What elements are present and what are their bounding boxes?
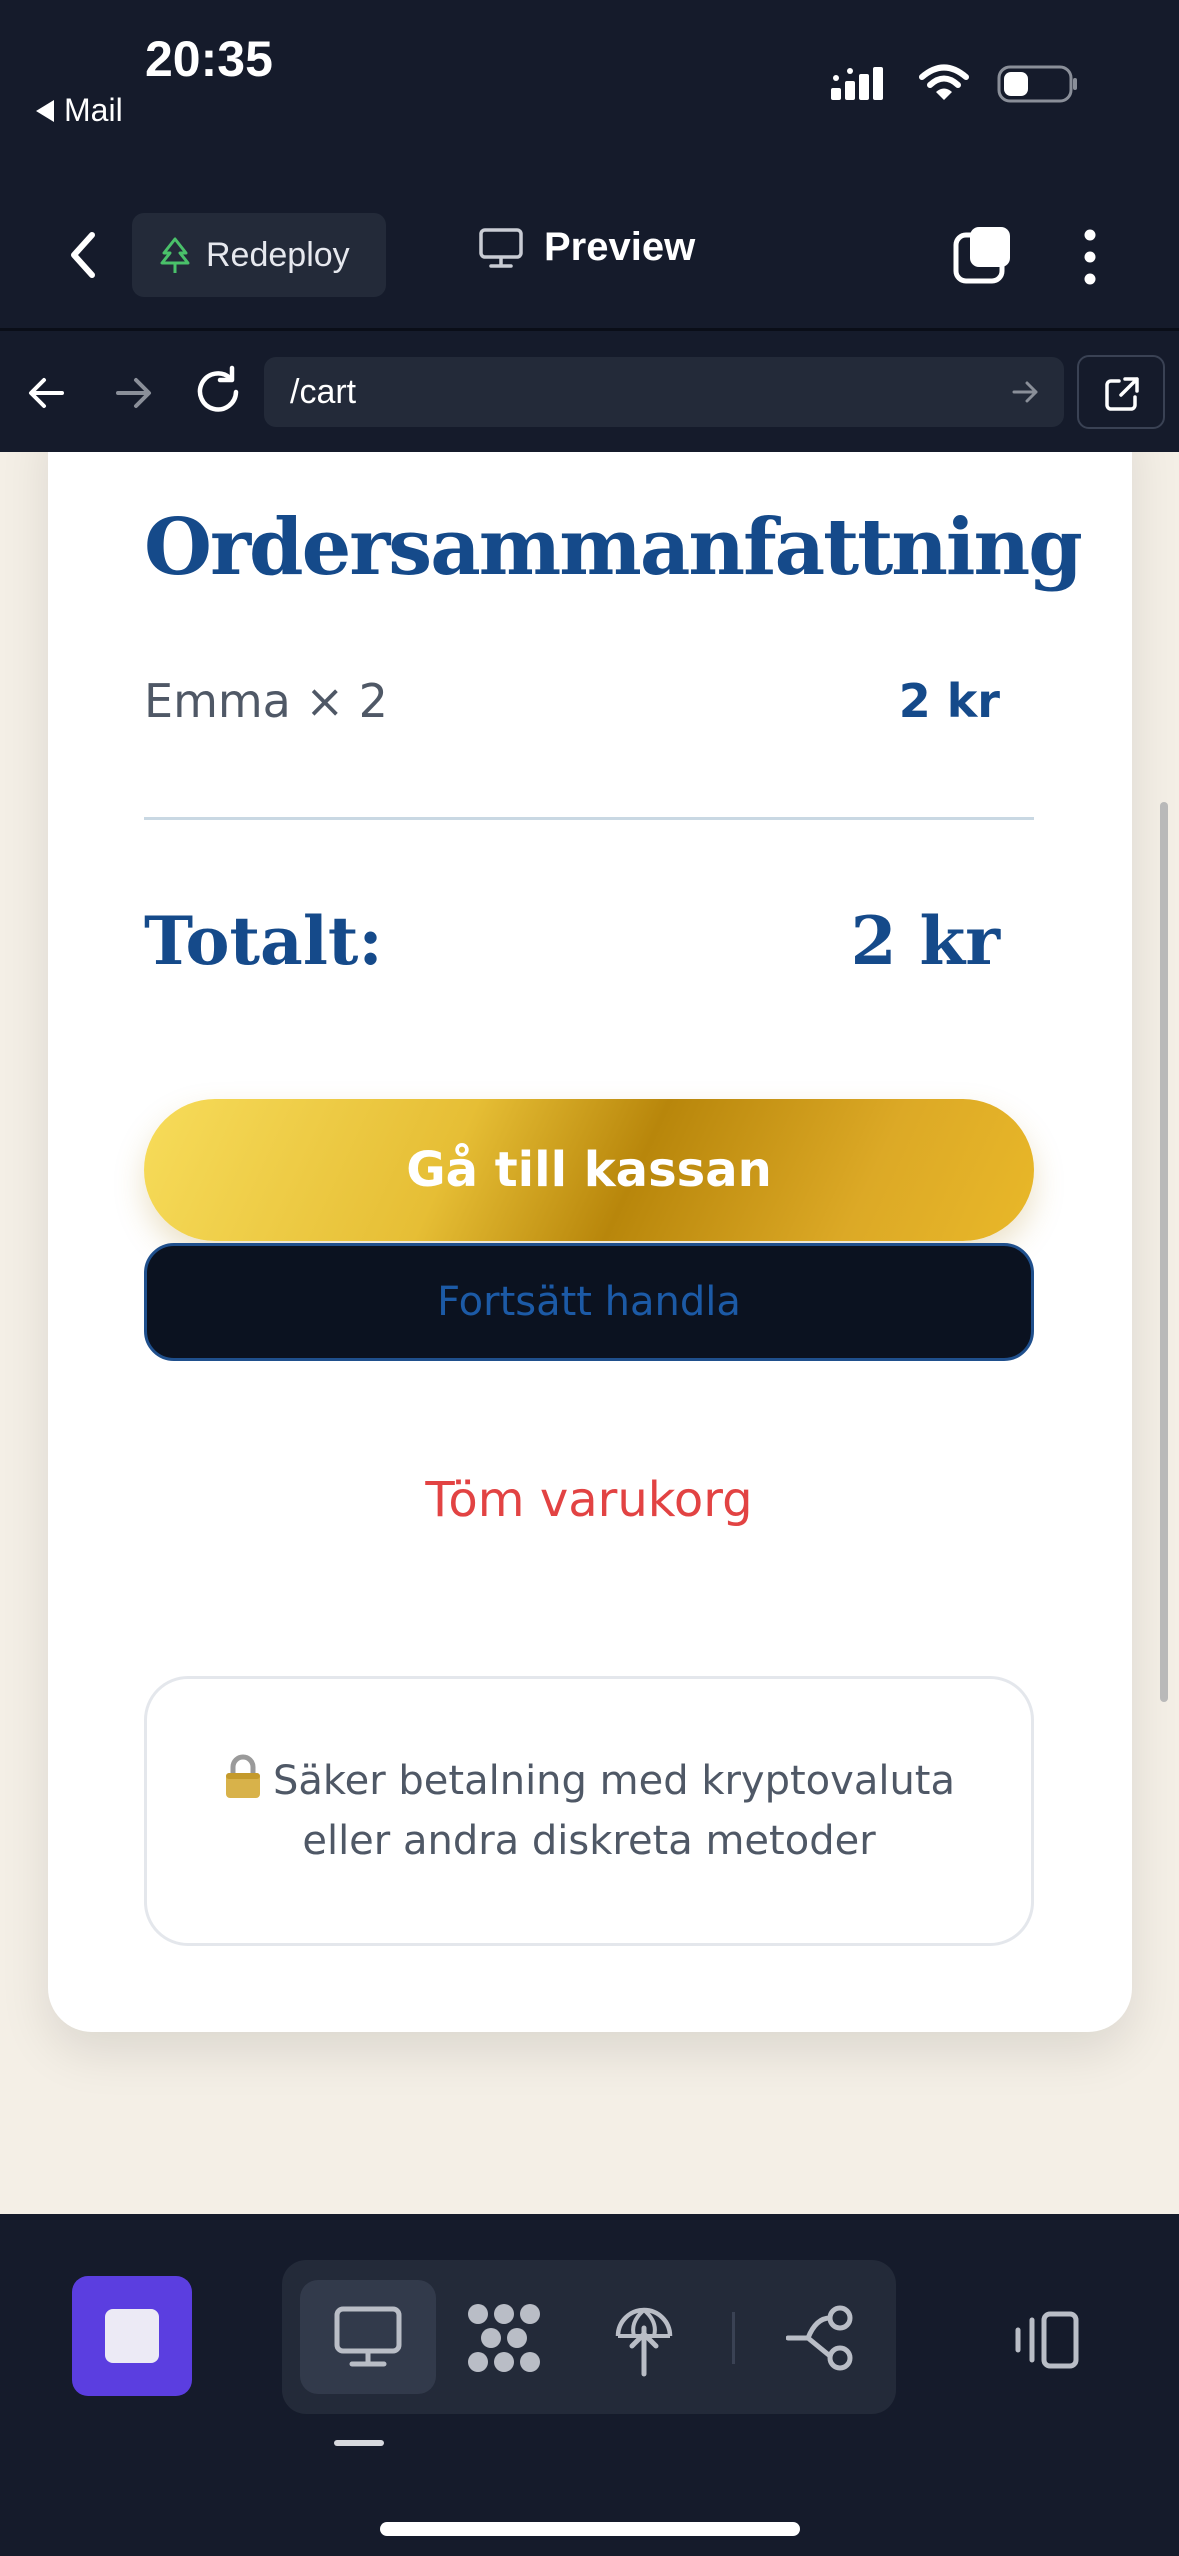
app-toolbar: Redeploy Preview xyxy=(0,205,1179,305)
preview-label: Preview xyxy=(544,225,696,269)
status-icons xyxy=(831,64,1079,104)
url-path: /cart xyxy=(290,373,357,411)
secure-line-1: Säker betalning med kryptovaluta xyxy=(273,1758,955,1804)
line-item-price: 2 kr xyxy=(898,674,1000,728)
battery-icon xyxy=(997,65,1077,103)
arrow-right-icon[interactable] xyxy=(108,368,158,418)
reload-icon[interactable] xyxy=(190,364,246,420)
total-value: 2 kr xyxy=(850,902,1000,980)
desktop-icon xyxy=(334,2306,402,2367)
deploy-icon[interactable] xyxy=(612,2298,676,2378)
redeploy-button[interactable]: Redeploy xyxy=(132,213,386,297)
external-link-icon xyxy=(1105,377,1139,411)
active-tab-indicator xyxy=(334,2440,384,2446)
tree-icon xyxy=(160,237,190,273)
panel-icon[interactable] xyxy=(1010,2310,1080,2370)
go-arrow-icon[interactable] xyxy=(1008,375,1042,409)
preview-button[interactable]: Preview xyxy=(478,225,695,270)
secure-line-2: eller andra diskreta metoder xyxy=(302,1818,876,1864)
arrow-left-icon[interactable] xyxy=(22,368,72,418)
line-item-name: Emma × 2 xyxy=(144,674,388,728)
grid-icon[interactable] xyxy=(464,2300,544,2376)
secure-payment-text: Säker betalning med kryptovaluta eller a… xyxy=(223,1751,955,1871)
toolbar-divider xyxy=(0,328,1179,331)
flow-icon[interactable] xyxy=(786,2304,856,2372)
stop-button[interactable] xyxy=(72,2276,192,2396)
back-to-app[interactable]: Mail xyxy=(36,92,123,129)
view-switcher xyxy=(282,2260,896,2414)
clear-cart-button[interactable]: Töm varukorg xyxy=(144,1472,1034,1528)
lock-icon xyxy=(226,1754,260,1798)
chevron-left-icon[interactable] xyxy=(60,225,110,285)
open-external-button[interactable] xyxy=(1077,355,1165,429)
more-vertical-icon[interactable] xyxy=(1070,227,1110,287)
wifi-icon xyxy=(919,64,969,100)
monitor-icon xyxy=(479,227,523,268)
web-page: Ordersammanfattning Emma × 2 2 kr Totalt… xyxy=(0,452,1179,2214)
status-time: 20:35 xyxy=(145,31,273,87)
windows-icon[interactable] xyxy=(952,223,1014,285)
bottom-bar xyxy=(0,2214,1179,2556)
back-triangle-icon xyxy=(36,99,54,122)
switcher-separator xyxy=(732,2312,735,2364)
order-summary-card: Ordersammanfattning Emma × 2 2 kr Totalt… xyxy=(48,452,1132,2032)
back-app-label: Mail xyxy=(64,92,123,128)
divider xyxy=(144,817,1034,820)
home-indicator[interactable] xyxy=(380,2522,800,2536)
scrollbar[interactable] xyxy=(1160,802,1168,1702)
tab-desktop[interactable] xyxy=(300,2280,436,2394)
url-input[interactable]: /cart xyxy=(264,357,1064,427)
redeploy-label: Redeploy xyxy=(206,235,350,274)
stop-icon xyxy=(105,2309,159,2363)
total-label: Totalt: xyxy=(144,902,383,980)
continue-shopping-button[interactable]: Fortsätt handla xyxy=(144,1243,1034,1361)
checkout-button[interactable]: Gå till kassan xyxy=(144,1099,1034,1241)
signal-icon xyxy=(831,67,883,100)
page-title: Ordersammanfattning xyxy=(144,502,1083,593)
secure-payment-notice: Säker betalning med kryptovaluta eller a… xyxy=(144,1676,1034,1946)
